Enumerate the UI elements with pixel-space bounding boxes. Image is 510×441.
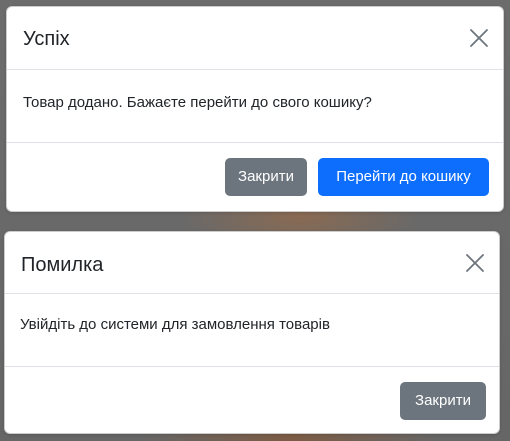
error-dialog-header: Помилка xyxy=(5,232,499,294)
success-dialog: Успіх Товар додано. Бажаєте перейти до с… xyxy=(6,6,504,212)
close-icon[interactable] xyxy=(461,249,489,277)
go-to-cart-button[interactable]: Перейти до кошику xyxy=(318,158,489,196)
success-dialog-message: Товар додано. Бажаєте перейти до свого к… xyxy=(23,94,372,111)
success-dialog-header: Успіх xyxy=(7,7,503,70)
error-dialog-body: Увійдіть до системи для замовлення товар… xyxy=(5,294,499,367)
close-icon[interactable] xyxy=(465,24,493,52)
error-dialog: Помилка Увійдіть до системи для замовлен… xyxy=(4,231,500,434)
close-button[interactable]: Закрити xyxy=(400,382,486,420)
success-dialog-body: Товар додано. Бажаєте перейти до свого к… xyxy=(7,70,503,143)
success-dialog-title: Успіх xyxy=(23,28,70,50)
error-dialog-title: Помилка xyxy=(21,254,104,276)
close-button[interactable]: Закрити xyxy=(225,158,307,196)
error-dialog-message: Увійдіть до системи для замовлення товар… xyxy=(20,316,330,333)
